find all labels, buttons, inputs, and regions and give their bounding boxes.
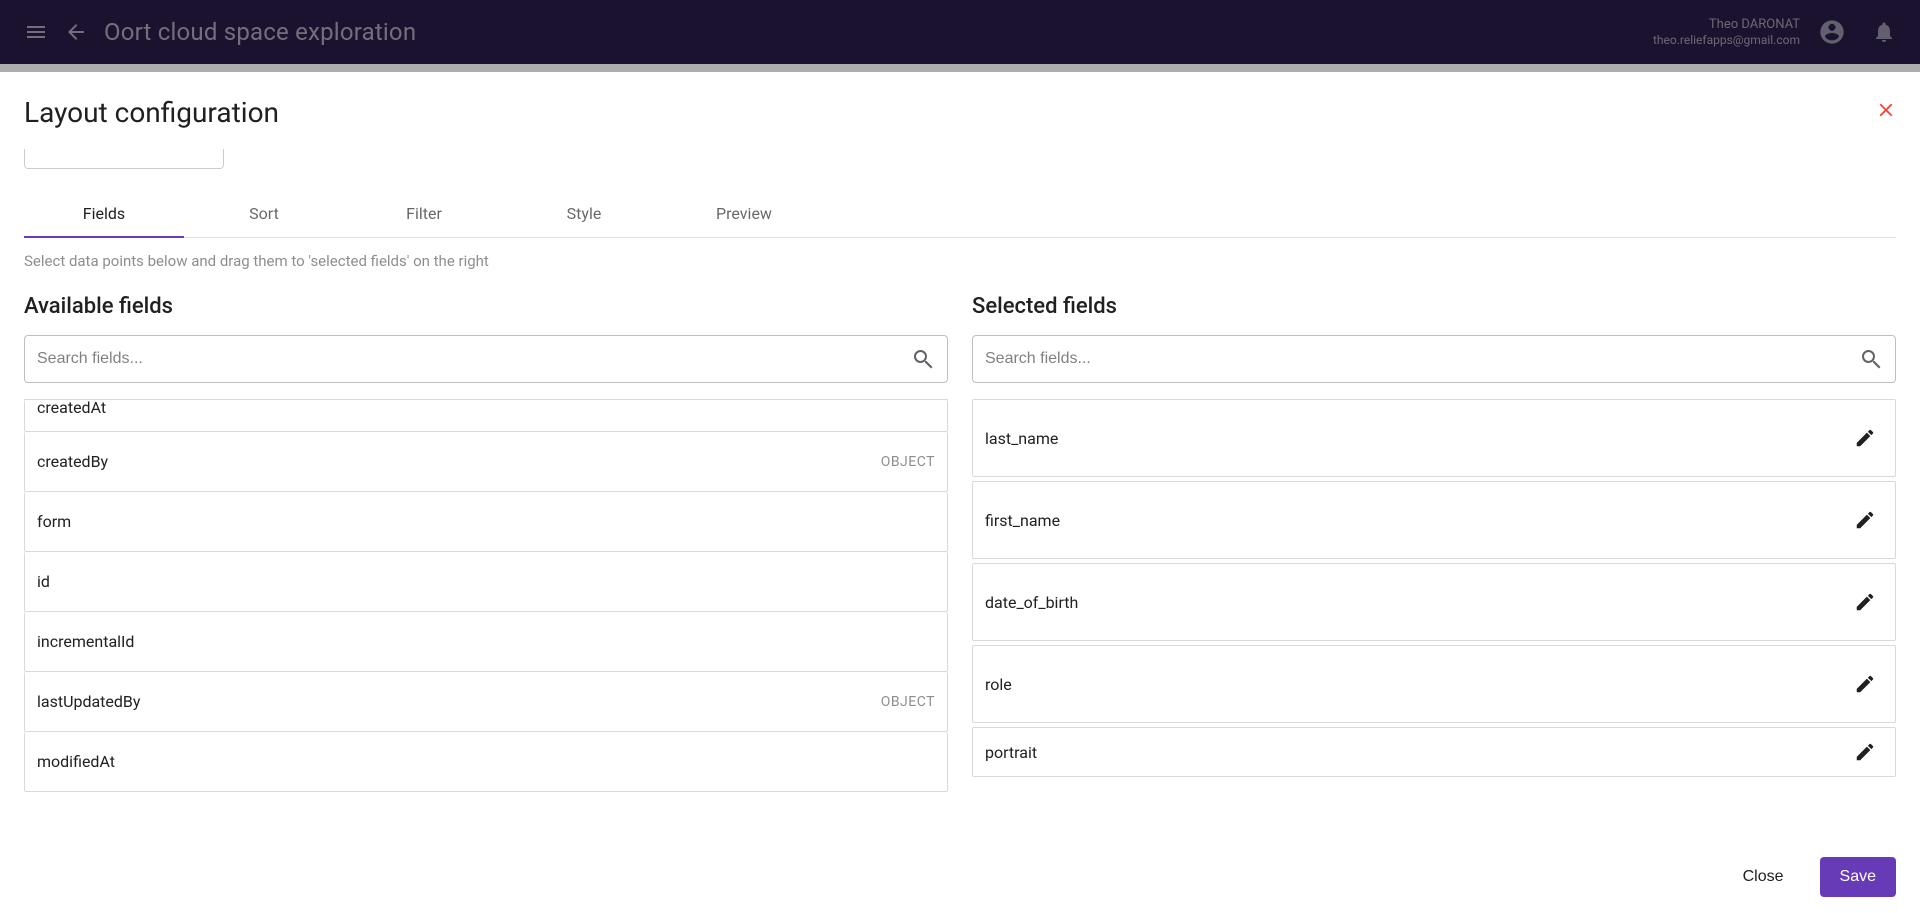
selected-field-item[interactable]: last_name — [972, 399, 1896, 477]
edit-field-button[interactable] — [1847, 502, 1883, 538]
field-label: createdBy — [37, 452, 108, 471]
selected-fields-list: last_name first_name date_of_birth — [972, 399, 1896, 841]
partial-input — [24, 149, 224, 169]
search-icon — [911, 347, 935, 371]
selected-field-item[interactable]: portrait — [972, 727, 1896, 777]
available-field-item[interactable]: createdBy OBJECT — [24, 432, 948, 492]
dialog-footer: Close Save — [24, 841, 1896, 897]
tabs: Fields Sort Filter Style Preview — [24, 189, 1896, 238]
available-field-item[interactable]: modifiedAt — [24, 732, 948, 792]
available-fields-title: Available fields — [24, 294, 948, 319]
layout-configuration-dialog: Layout configuration Fields Sort Filter … — [0, 72, 1920, 913]
edit-field-button[interactable] — [1847, 584, 1883, 620]
available-fields-column: Available fields createdAt createdBy OBJ… — [24, 294, 948, 841]
edit-field-button[interactable] — [1847, 666, 1883, 702]
dialog-close-button[interactable] — [1870, 94, 1902, 126]
selected-search-field[interactable] — [972, 335, 1896, 383]
selected-field-item[interactable]: first_name — [972, 481, 1896, 559]
field-label: first_name — [985, 511, 1060, 530]
search-icon — [1859, 347, 1883, 371]
selected-fields-column: Selected fields last_name first_name — [972, 294, 1896, 841]
field-label: form — [37, 512, 71, 531]
available-field-item[interactable]: form — [24, 492, 948, 552]
field-label: portrait — [985, 743, 1037, 762]
tab-preview[interactable]: Preview — [664, 189, 824, 237]
pencil-icon — [1854, 673, 1876, 695]
pencil-icon — [1854, 591, 1876, 613]
field-label: date_of_birth — [985, 593, 1078, 612]
field-label: last_name — [985, 429, 1058, 448]
field-label: role — [985, 675, 1012, 694]
tab-filter[interactable]: Filter — [344, 189, 504, 237]
pencil-icon — [1854, 427, 1876, 449]
field-label: lastUpdatedBy — [37, 692, 140, 711]
helper-text: Select data points below and drag them t… — [24, 252, 1896, 270]
tab-fields[interactable]: Fields — [24, 189, 184, 237]
available-field-item[interactable]: lastUpdatedBy OBJECT — [24, 672, 948, 732]
edit-field-button[interactable] — [1847, 420, 1883, 456]
available-field-item[interactable]: createdAt — [24, 400, 948, 432]
field-type: OBJECT — [881, 454, 935, 470]
available-search-input[interactable] — [37, 350, 911, 368]
tab-style[interactable]: Style — [504, 189, 664, 237]
available-search-field[interactable] — [24, 335, 948, 383]
available-field-item[interactable]: incrementalId — [24, 612, 948, 672]
selected-field-item[interactable]: date_of_birth — [972, 563, 1896, 641]
field-type: OBJECT — [881, 694, 935, 710]
close-button[interactable]: Close — [1723, 857, 1804, 897]
field-label: incrementalId — [37, 632, 134, 651]
dialog-title: Layout configuration — [24, 96, 279, 129]
close-icon — [1875, 99, 1897, 121]
field-label: id — [37, 572, 50, 591]
pencil-icon — [1854, 509, 1876, 531]
field-label: createdAt — [37, 399, 106, 417]
field-label: modifiedAt — [37, 752, 115, 771]
save-button[interactable]: Save — [1820, 857, 1896, 897]
available-fields-list: createdAt createdBy OBJECT form id incre… — [24, 399, 948, 841]
available-field-item[interactable]: id — [24, 552, 948, 612]
tab-sort[interactable]: Sort — [184, 189, 344, 237]
selected-fields-title: Selected fields — [972, 294, 1896, 319]
edit-field-button[interactable] — [1847, 734, 1883, 770]
selected-search-input[interactable] — [985, 350, 1859, 368]
selected-field-item[interactable]: role — [972, 645, 1896, 723]
pencil-icon — [1854, 741, 1876, 763]
